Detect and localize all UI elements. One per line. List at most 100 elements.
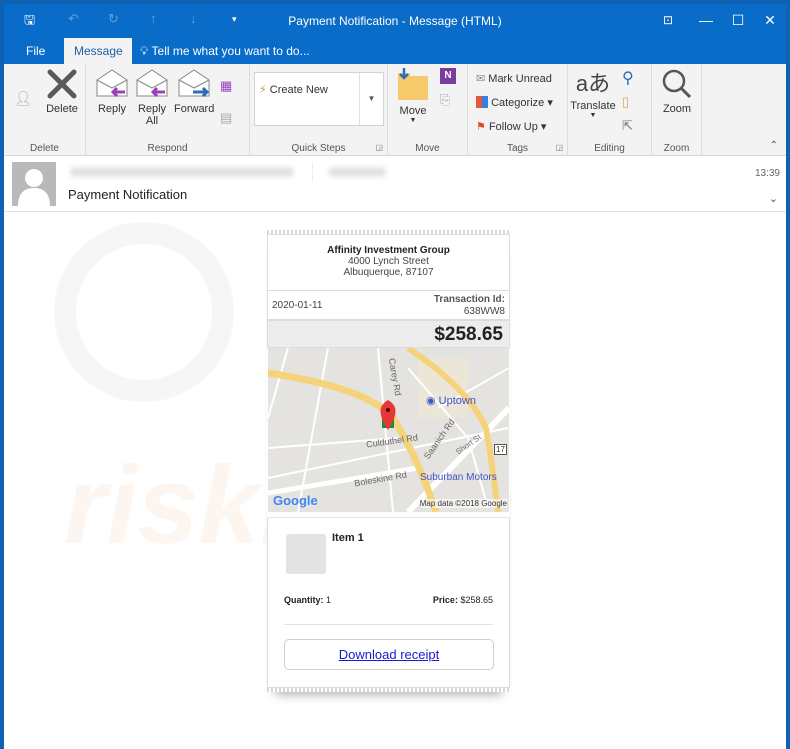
related-icon[interactable]: ▯ [622, 94, 629, 110]
ribbon-display-options-button[interactable]: ⊡ [656, 10, 680, 30]
merchant-name: Affinity Investment Group [327, 245, 450, 256]
sender-redacted [70, 167, 294, 177]
delete-x-icon [47, 69, 77, 99]
ribbon: 👤︎ Delete Delete Reply Reply All Forward [4, 64, 786, 156]
reply-button[interactable]: Reply [94, 68, 130, 115]
message-subject: Payment Notification [68, 187, 188, 202]
categorize-icon [476, 96, 488, 108]
forward-button[interactable]: Forward [174, 68, 214, 115]
tags-dialog-launcher-icon[interactable]: ◲ [555, 143, 563, 152]
delete-group: 👤︎ Delete Delete [4, 64, 86, 156]
map-place-uptown: ◉ Uptown [426, 395, 476, 407]
move-dropdown-icon: ▼ [409, 117, 417, 124]
flag-icon: ⚑ [476, 121, 486, 133]
zoom-button[interactable]: Zoom [658, 68, 696, 115]
item-image-placeholder-icon [286, 534, 326, 574]
forward-label: Forward [174, 103, 215, 115]
header-divider [312, 162, 313, 182]
lightning-icon: ⚡︎ [259, 84, 267, 96]
reply-all-button[interactable]: Reply All [134, 68, 170, 127]
tell-me-search[interactable]: 💡︎ Tell me what you want to do... [140, 38, 310, 64]
ribbon-tabs: File Message 💡︎ Tell me what you want to… [4, 38, 786, 64]
transaction-id-label: Transaction Id: [433, 294, 505, 305]
magnifier-icon [662, 69, 692, 99]
zoom-group: Zoom Zoom [652, 64, 702, 156]
translate-label: Translate [570, 100, 616, 112]
respond-group-label: Respond [147, 143, 188, 154]
translate-icon: aあ [575, 71, 611, 96]
reply-all-icon [136, 69, 168, 98]
download-receipt-link[interactable]: Download receipt [284, 639, 494, 670]
select-cursor-icon[interactable]: ⇱ [622, 118, 633, 134]
tab-file[interactable]: File [16, 38, 55, 64]
categorize-label: Categorize [491, 97, 545, 109]
envelope-icon: ✉︎ [476, 73, 486, 85]
editing-group: aあ Translate ▼ ⚲ ▯ ⇱ Editing [568, 64, 652, 156]
location-map[interactable]: Carey Rd Culduthel Rd Saanich Rd Short S… [268, 348, 509, 512]
more-respond-icon[interactable]: ▤ [220, 110, 232, 126]
delete-group-label: Delete [30, 143, 59, 154]
quantity-label: Quantity: [284, 595, 324, 605]
quick-steps-group: ⚡︎ Create New ▼ Quick Steps ◲ [250, 64, 388, 156]
message-body: risk.com Affinity Investment Group 4000 … [4, 212, 786, 749]
total-amount: $258.65 [267, 320, 510, 348]
delete-label: Delete [46, 103, 78, 115]
translate-button[interactable]: aあ Translate ▼ [570, 68, 616, 119]
tags-group-label: Tags [506, 143, 529, 154]
editing-group-label: Editing [594, 143, 625, 154]
item-quantity: Quantity: 1 [284, 595, 331, 605]
merchant-address-2: Albuquerque, 87107 [343, 267, 434, 278]
route-shield: 17 [494, 444, 507, 455]
tell-me-text: Tell me what you want to do... [151, 44, 310, 58]
zoom-label: Zoom [662, 103, 692, 115]
message-time: 13:39 [754, 168, 780, 179]
maximize-button[interactable]: ☐ [726, 10, 750, 30]
transaction-meta: 2020-01-11 Transaction Id: 638WW8 [267, 290, 510, 320]
categorize-button[interactable]: Categorize ▾ [476, 96, 553, 109]
dialog-launcher-icon[interactable]: ◲ [375, 143, 383, 152]
reply-all-label-1: Reply [137, 103, 167, 115]
tags-group: ✉︎ Mark Unread Categorize ▾ ⚑ Follow Up … [468, 64, 568, 156]
price-value: $258.65 [460, 595, 493, 605]
tab-message[interactable]: Message [64, 38, 132, 64]
close-button[interactable]: ✕ [758, 10, 782, 30]
minimize-button[interactable]: — [694, 10, 718, 30]
find-icon[interactable]: ⚲ [622, 68, 634, 88]
outlook-message-window: 🖫 ↶ ↻ ↑ ↓ ▾ Payment Notification - Messa… [0, 0, 790, 749]
mark-unread-button[interactable]: ✉︎ Mark Unread [476, 72, 552, 85]
item-divider [284, 624, 493, 625]
follow-up-button[interactable]: ⚑ Follow Up ▾ [476, 120, 546, 133]
lightbulb-icon: 💡︎ [140, 44, 149, 58]
collapse-ribbon-icon[interactable]: ⌃ [770, 140, 778, 151]
move-button[interactable]: Move ▼ [394, 68, 432, 124]
merchant-info: Affinity Investment Group 4000 Lynch Str… [267, 234, 510, 290]
quick-steps-dropdown[interactable]: ▼ [359, 73, 383, 125]
meeting-reply-icon[interactable]: ▦ [220, 78, 232, 94]
watermark-magnifier [54, 222, 234, 402]
forward-icon [178, 69, 210, 98]
zoom-group-label: Zoom [663, 143, 690, 154]
actions-icon[interactable]: ⎘ [440, 92, 450, 108]
sender-avatar [12, 162, 56, 206]
create-new-quick-step[interactable]: ⚡︎ Create New [259, 83, 328, 96]
merchant-address-1: 4000 Lynch Street [348, 256, 429, 267]
quick-steps-gallery: ⚡︎ Create New ▼ [254, 72, 384, 126]
mark-unread-label: Mark Unread [488, 73, 552, 85]
create-new-label: Create New [269, 84, 328, 96]
item-price: Price: $258.65 [433, 595, 493, 605]
transaction-date: 2020-01-11 [272, 300, 323, 311]
move-group-label: Move [415, 143, 440, 154]
message-header: Payment Notification 13:39 ⌄ [4, 156, 786, 212]
title-bar: 🖫 ↶ ↻ ↑ ↓ ▾ Payment Notification - Messa… [4, 4, 786, 38]
ignore-icon[interactable]: 👤︎ [12, 90, 34, 107]
onenote-icon[interactable]: N [440, 68, 456, 84]
map-place-suburban-motors: Suburban Motors [420, 472, 497, 483]
move-label: Move [399, 105, 427, 117]
place-name: Uptown [438, 395, 476, 407]
delete-button[interactable]: Delete [42, 68, 82, 115]
reply-label: Reply [97, 103, 127, 115]
map-attribution: Map data ©2018 Google [419, 499, 507, 508]
receipt-card: Affinity Investment Group 4000 Lynch Str… [267, 230, 510, 692]
transaction-id: 638WW8 [463, 306, 505, 317]
expand-header-icon[interactable]: ⌄ [769, 192, 778, 205]
